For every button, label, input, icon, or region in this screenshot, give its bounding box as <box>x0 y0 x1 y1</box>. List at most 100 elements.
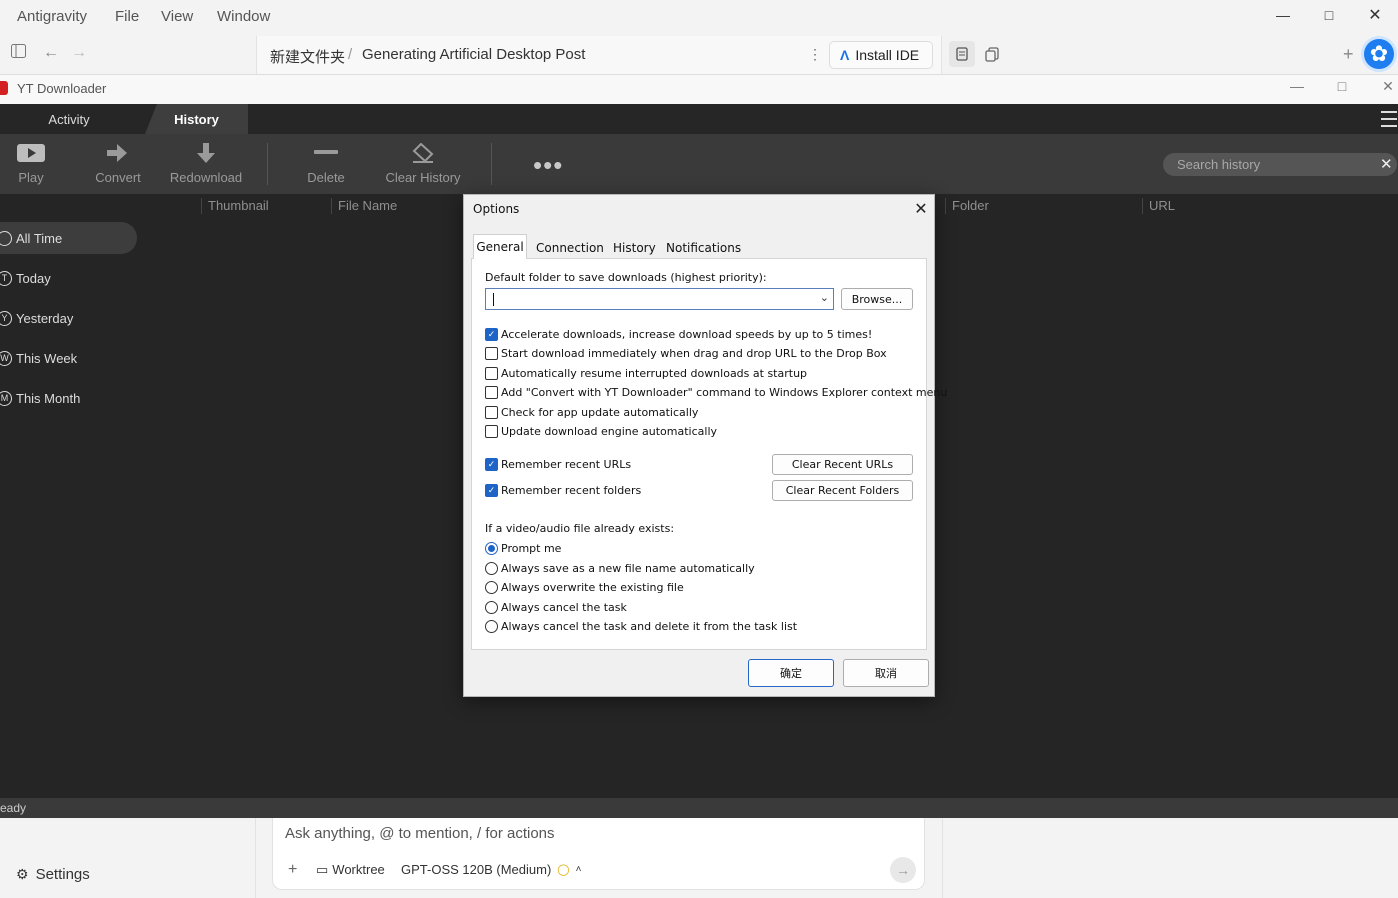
send-button[interactable]: → <box>890 857 916 883</box>
tab-history[interactable]: History <box>609 237 660 259</box>
tab-general[interactable]: General <box>473 234 527 259</box>
menu-view[interactable]: View <box>161 8 193 25</box>
file-exists-label: If a video/audio file already exists: <box>485 522 675 535</box>
radio-unselected-icon[interactable] <box>485 562 498 575</box>
tab-connection[interactable]: Connection <box>532 237 608 259</box>
install-ide-label: Install IDE <box>855 47 920 63</box>
radio-prompt-me[interactable]: Prompt me <box>485 542 561 555</box>
checkbox-checked-icon[interactable]: ✓ <box>485 458 498 471</box>
column-thumbnail[interactable]: Thumbnail <box>201 198 269 214</box>
eraser-icon <box>382 140 464 166</box>
sidebar-item-this-week[interactable]: W This Week <box>0 342 137 374</box>
browse-button[interactable]: Browse... <box>841 288 913 310</box>
chevron-down-icon[interactable]: ⌄ <box>820 291 829 304</box>
hamburger-menu-icon[interactable] <box>1381 111 1397 127</box>
menu-window[interactable]: Window <box>217 8 270 25</box>
tab-notifications[interactable]: Notifications <box>662 237 745 259</box>
radio-overwrite[interactable]: Always overwrite the existing file <box>485 581 684 594</box>
redownload-button[interactable]: Redownload <box>166 140 246 185</box>
play-button[interactable]: Play <box>0 140 71 185</box>
settings-button[interactable]: ⚙ Settings <box>16 866 90 883</box>
back-arrow-icon[interactable]: ← <box>43 44 59 62</box>
more-vertical-icon[interactable]: ⋮ <box>808 46 822 63</box>
checkbox-unchecked-icon[interactable] <box>485 425 498 438</box>
checkbox-context-menu[interactable]: Add "Convert with YT Downloader" command… <box>485 386 947 399</box>
model-badge-icon: ◯ <box>557 864 570 876</box>
month-icon: M <box>0 390 12 406</box>
cancel-button[interactable]: 取消 <box>843 659 929 687</box>
sidebar-item-yesterday[interactable]: Y Yesterday <box>0 302 137 334</box>
clear-recent-urls-button[interactable]: Clear Recent URLs <box>772 454 913 475</box>
checkbox-unchecked-icon[interactable] <box>485 386 498 399</box>
clear-history-button[interactable]: Clear History <box>382 140 464 185</box>
text-cursor <box>493 293 494 306</box>
column-url[interactable]: URL <box>1142 198 1175 214</box>
yt-maximize-icon[interactable]: □ <box>1330 78 1354 94</box>
checkbox-checked-icon[interactable]: ✓ <box>485 484 498 497</box>
pane-divider <box>942 818 943 898</box>
avatar[interactable]: ✿ <box>1361 36 1397 72</box>
radio-cancel-task[interactable]: Always cancel the task <box>485 601 627 614</box>
copy-view-button[interactable] <box>980 41 1006 67</box>
sidebar-item-this-month[interactable]: M This Month <box>0 382 137 414</box>
checkbox-unchecked-icon[interactable] <box>485 367 498 380</box>
checkbox-checked-icon[interactable]: ✓ <box>485 328 498 341</box>
column-folder[interactable]: Folder <box>945 198 989 214</box>
checkbox-engine-update[interactable]: Update download engine automatically <box>485 425 717 438</box>
maximize-icon[interactable]: □ <box>1316 4 1342 26</box>
menu-antigravity[interactable]: Antigravity <box>17 8 87 25</box>
checkbox-auto-resume[interactable]: Automatically resume interrupted downloa… <box>485 367 807 380</box>
clear-recent-folders-button[interactable]: Clear Recent Folders <box>772 480 913 501</box>
download-arrow-icon <box>166 140 246 166</box>
redownload-label: Redownload <box>169 170 243 185</box>
install-ide-button[interactable]: Λ Install IDE <box>829 41 933 69</box>
yt-close-icon[interactable]: ✕ <box>1376 78 1398 95</box>
convert-button[interactable]: Convert <box>78 140 158 185</box>
worktree-label: Worktree <box>332 862 385 877</box>
search-history-input[interactable]: Search history <box>1163 153 1397 176</box>
sidebar-toggle-icon[interactable] <box>11 44 26 63</box>
radio-selected-icon[interactable] <box>485 542 498 555</box>
checkbox-unchecked-icon[interactable] <box>485 347 498 360</box>
ok-button[interactable]: 确定 <box>748 659 834 687</box>
radio-cancel-delete[interactable]: Always cancel the task and delete it fro… <box>485 620 797 633</box>
sidebar-item-today[interactable]: T Today <box>0 262 137 294</box>
default-folder-combobox[interactable]: ⌄ <box>485 288 834 310</box>
checkbox-app-update[interactable]: Check for app update automatically <box>485 406 698 419</box>
minimize-icon[interactable]: — <box>1270 4 1296 26</box>
sidebar-item-all-time[interactable]: All Time <box>0 222 137 254</box>
gear-icon: ⚙ <box>16 866 29 882</box>
checkbox-drag-drop[interactable]: Start download immediately when drag and… <box>485 347 887 360</box>
radio-unselected-icon[interactable] <box>485 581 498 594</box>
new-tab-plus-icon[interactable]: + <box>1343 44 1354 65</box>
worktree-button[interactable]: ▭ Worktree <box>316 862 385 878</box>
dialog-close-icon[interactable]: ✕ <box>912 199 930 218</box>
close-icon[interactable]: ✕ <box>1362 4 1388 26</box>
delete-button[interactable]: Delete <box>286 140 366 185</box>
checkbox-remember-folders[interactable]: ✓ Remember recent folders <box>485 484 641 497</box>
chat-input[interactable]: Ask anything, @ to mention, / for action… <box>285 825 555 842</box>
breadcrumb-page[interactable]: Generating Artificial Desktop Post <box>362 46 585 63</box>
more-options-icon[interactable]: ••• <box>533 150 563 181</box>
yt-minimize-icon[interactable]: — <box>1285 78 1309 94</box>
menu-file[interactable]: File <box>115 8 139 25</box>
checkbox-remember-urls[interactable]: ✓ Remember recent URLs <box>485 458 631 471</box>
checkbox-label: Add "Convert with YT Downloader" command… <box>501 386 948 399</box>
radio-unselected-icon[interactable] <box>485 620 498 633</box>
model-selector[interactable]: GPT-OSS 120B (Medium) ◯ ˄ <box>401 862 581 877</box>
chat-add-button[interactable]: + <box>288 861 297 879</box>
column-file-name[interactable]: File Name <box>331 198 397 214</box>
tab-history[interactable]: History <box>145 104 248 134</box>
document-view-button[interactable] <box>949 41 975 67</box>
yt-window-title: YT Downloader <box>17 81 107 96</box>
forward-arrow-icon[interactable]: → <box>71 44 87 62</box>
toolbar-divider <box>267 143 268 185</box>
search-clear-icon[interactable]: ✕ <box>1380 155 1393 173</box>
radio-new-file-name[interactable]: Always save as a new file name automatic… <box>485 562 755 575</box>
checkbox-accelerate[interactable]: ✓ Accelerate downloads, increase downloa… <box>485 328 872 341</box>
breadcrumb-folder[interactable]: 新建文件夹 <box>270 46 345 67</box>
convert-arrow-icon <box>78 140 158 166</box>
checkbox-unchecked-icon[interactable] <box>485 406 498 419</box>
radio-unselected-icon[interactable] <box>485 601 498 614</box>
tab-activity[interactable]: Activity <box>0 104 138 134</box>
